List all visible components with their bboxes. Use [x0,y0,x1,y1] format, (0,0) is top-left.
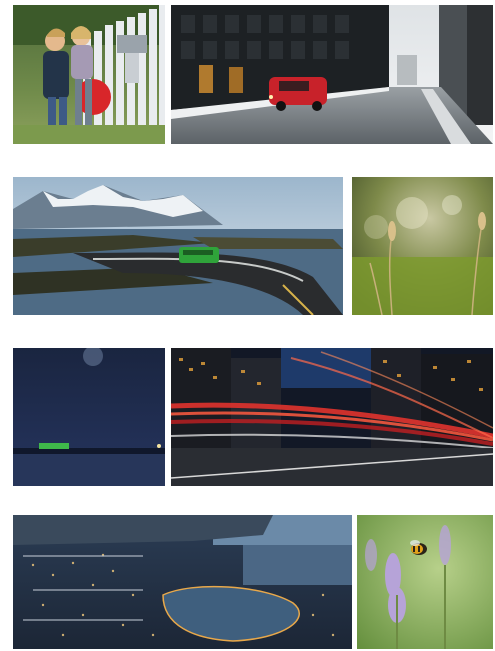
meadow-grass-bokeh-image [352,177,493,315]
photo-red-van-city-street[interactable] [171,5,493,144]
photo-meadow-grass-bokeh[interactable] [352,177,493,315]
photo-aerial-city-harbor[interactable] [13,515,352,649]
bee-on-lavender-image [357,515,493,649]
aerial-city-harbor-image [13,515,352,649]
red-van-city-street-image [171,5,493,144]
children-at-mailbox-image [13,5,165,144]
photo-city-night-light-trails[interactable] [171,348,493,486]
city-night-light-trails-image [171,348,493,486]
photo-coastal-road-bridge[interactable] [13,177,343,315]
coastal-road-bridge-image [13,177,343,315]
photo-bee-on-lavender[interactable] [357,515,493,649]
photo-night-fjord-green-train[interactable] [13,348,165,486]
night-fjord-green-train-image [13,348,165,486]
photo-children-at-mailbox[interactable] [13,5,165,144]
